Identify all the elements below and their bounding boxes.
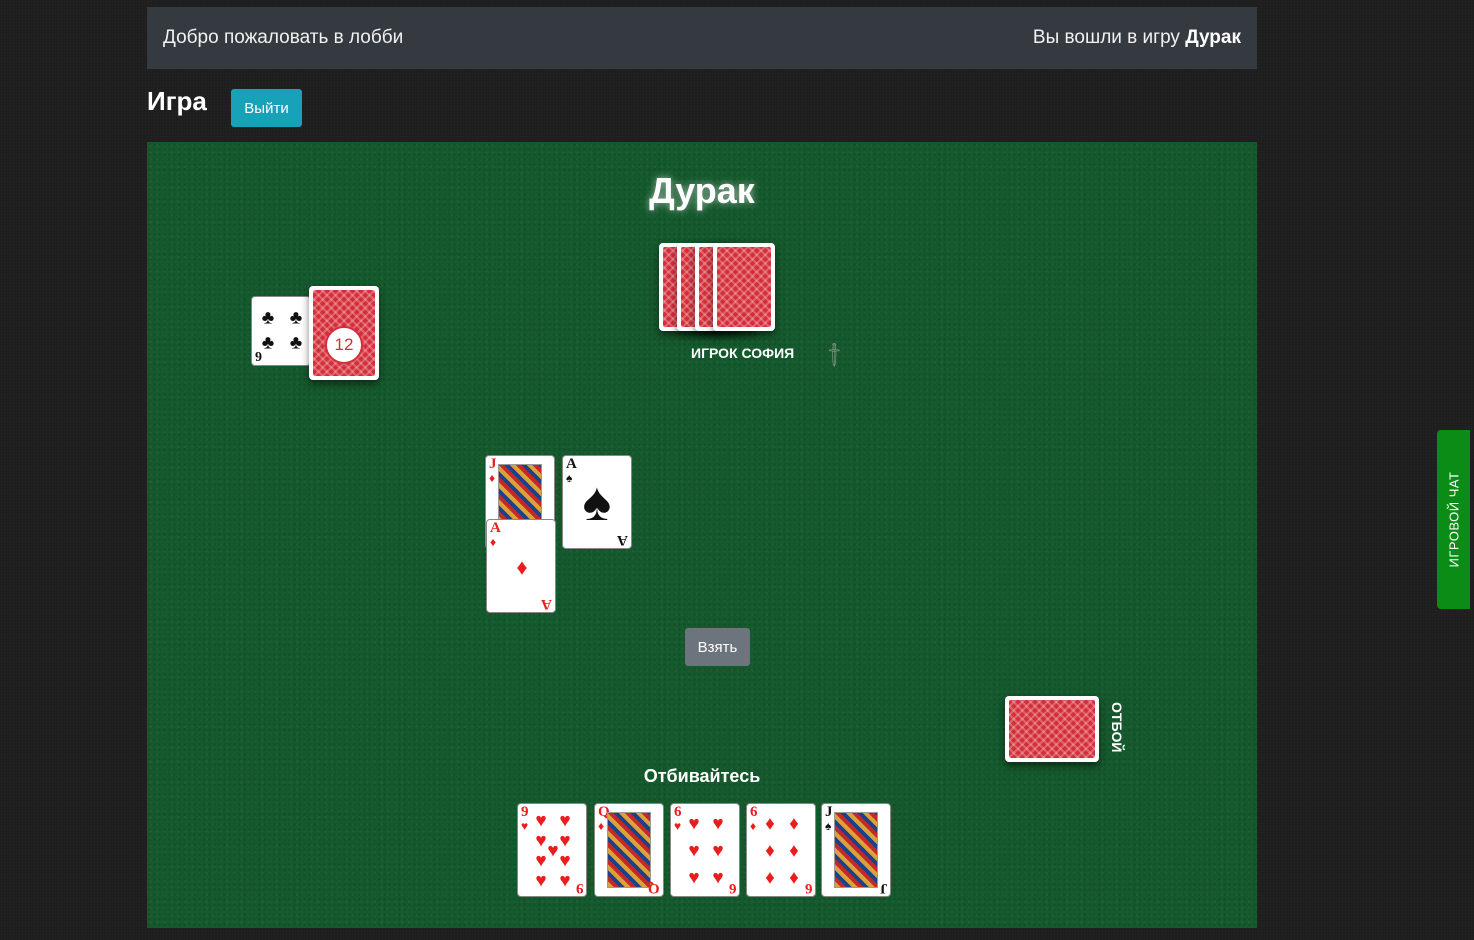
hand-card-jack-spades[interactable]: J ♠ J	[821, 803, 891, 897]
trump-rank: 6	[255, 348, 262, 363]
lobby-welcome-text: Добро пожаловать в лобби	[163, 27, 404, 48]
game-status-name: Дурак	[1185, 27, 1241, 48]
opponent-card-back	[713, 243, 775, 331]
defense-card-ace-diamonds[interactable]: A ♦ ♦ A	[486, 519, 556, 613]
page-title: Игра	[147, 86, 207, 116]
game-title: Дурак	[649, 170, 755, 211]
discard-label: ОТБОЙ	[1109, 702, 1125, 753]
club-pip: ♣	[289, 307, 303, 329]
game-chat-tab[interactable]: ИГРОВОЙ ЧАТ	[1437, 430, 1470, 609]
top-bar: Добро пожаловать в лобби Вы вошли в игру…	[147, 7, 1257, 69]
deck-count-badge: 12	[325, 326, 363, 364]
club-pip: ♣	[289, 332, 303, 354]
hand-card-queen-diamonds[interactable]: Q ♦ Q	[594, 803, 664, 897]
sword-icon: 🗡	[820, 340, 849, 369]
hand-card-nine-hearts[interactable]: 9 ♥ ♥ ♥ ♥ ♥ ♥ ♥ ♥ ♥ ♥ 9	[517, 803, 587, 897]
attack-card-ace-spades[interactable]: A ♠ ♠ A	[562, 455, 632, 549]
game-chat-label: ИГРОВОЙ ЧАТ	[1446, 471, 1462, 568]
status-message: Отбивайтесь	[643, 766, 761, 786]
deck-pile: 12	[309, 286, 379, 380]
discard-pile	[1005, 696, 1099, 762]
hand-card-six-diamonds[interactable]: 6 ♦ ♦ ♦ ♦ ♦ ♦ ♦ 6	[746, 803, 816, 897]
club-pip: ♣	[261, 332, 275, 354]
game-status-prefix: Вы вошли в игру	[1032, 27, 1180, 48]
opponent-name: ИГРОК СОФИЯ	[691, 345, 795, 361]
trump-card: ♣ ♣ ♣ ♣ 6	[251, 296, 311, 366]
club-pip: ♣	[261, 307, 275, 329]
exit-button[interactable]: Выйти	[231, 89, 302, 127]
take-button[interactable]: Взять	[685, 628, 750, 666]
hand-card-six-hearts[interactable]: 6 ♥ ♥ ♥ ♥ ♥ ♥ ♥ 6	[670, 803, 740, 897]
queen-face-icon	[607, 812, 651, 888]
jack-face-icon	[834, 812, 878, 888]
game-table: Дурак ♣ ♣ ♣ ♣ 6 12 ИГРОК СОФИЯ 🗡 J ♦ A ♦…	[147, 142, 1257, 928]
game-status: Вы вошли в игру Дурак	[1033, 27, 1241, 49]
